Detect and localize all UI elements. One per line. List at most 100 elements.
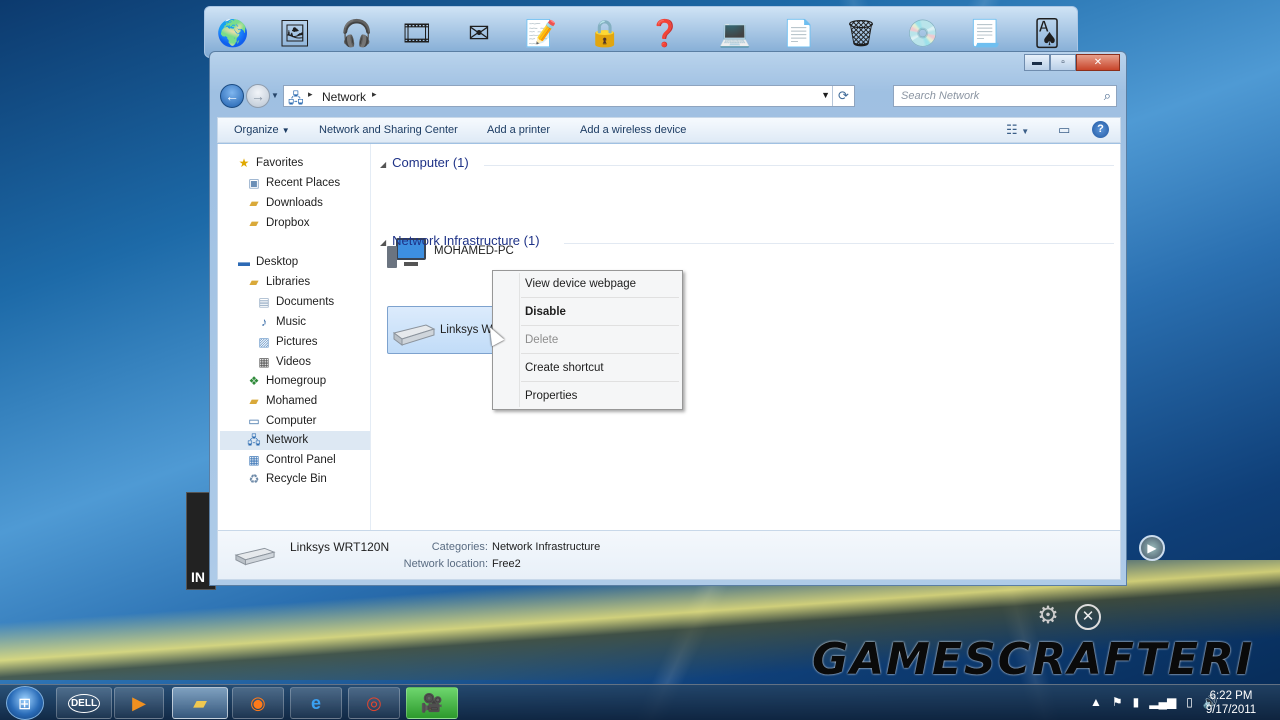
sidebar-item-downloads[interactable]: ▰ Downloads — [220, 194, 370, 213]
sidebar-item-mohamed[interactable]: ▰ Mohamed — [220, 392, 370, 411]
organize-button[interactable]: Organize ▼ — [234, 124, 290, 136]
preview-pane-icon[interactable]: ▭ — [1058, 122, 1070, 138]
add-wireless-device-button[interactable]: Add a wireless device — [580, 124, 686, 136]
headphones-icon[interactable]: 🎧 — [337, 13, 377, 53]
sidebar-item-label: Videos — [276, 356, 311, 368]
flag-icon[interactable]: ⚑ — [1112, 695, 1123, 709]
breadcrumb-chevron-icon[interactable]: ▸ — [372, 89, 377, 100]
taskbar: ⊞ DELL ▶ ▰ ◉ e ◎ 🎥 ▲ ⚑ ▮ ▂▄▆ ▯ 🔊 6:22 PM… — [0, 684, 1280, 720]
group-header-network-infrastructure[interactable]: ◢ Network Infrastructure (1) — [380, 233, 540, 253]
sidebar-item-label: Pictures — [276, 336, 318, 348]
taskbar-recorder-button[interactable]: 🎥 — [406, 687, 458, 719]
menu-item-properties[interactable]: Properties — [525, 390, 577, 402]
content-pane: ◢ Computer (1) MOHAMED-PC ◢ Network Infras… — [374, 144, 1120, 530]
sidebar-item-control-panel[interactable]: ▦ Control Panel — [220, 451, 370, 470]
recycle-bin-icon: ♻ — [248, 472, 260, 486]
network-location-value: Free2 — [492, 558, 521, 570]
refresh-icon[interactable]: ⟳ — [832, 86, 854, 106]
sidebar-item-documents[interactable]: ▤ Documents — [220, 293, 370, 312]
start-button[interactable]: ⊞ — [6, 686, 44, 720]
sidebar-item-label: Recent Places — [266, 177, 341, 189]
sidebar-item-computer[interactable]: ▭ Computer — [220, 412, 370, 431]
sidebar-item-desktop[interactable]: ▬ Desktop — [220, 253, 370, 272]
clock[interactable]: 6:22 PM 9/17/2011 — [1196, 689, 1266, 717]
minimize-button[interactable]: ▬ — [1024, 54, 1050, 71]
film-reel-icon[interactable]: 🎞 — [397, 13, 437, 53]
power-icon[interactable]: ▯ — [1186, 695, 1193, 709]
add-printer-button[interactable]: Add a printer — [487, 124, 550, 136]
sidebar-item-videos[interactable]: ▦ Videos — [220, 353, 370, 372]
folder-icon: ▰ — [249, 196, 259, 210]
sidebar-item-recent-places[interactable]: ▣ Recent Places — [220, 174, 370, 193]
group-title: Computer (1) — [392, 155, 469, 170]
breadcrumb[interactable]: Network — [322, 90, 366, 104]
details-pane: Linksys WRT120N Categories: Network Infr… — [217, 530, 1121, 580]
cards-icon[interactable]: 🂡 — [1027, 13, 1067, 53]
forward-button[interactable]: → — [246, 84, 270, 108]
sidebar-item-libraries[interactable]: ▰ Libraries — [220, 273, 370, 292]
address-dropdown-icon[interactable]: ▼ — [821, 90, 830, 100]
view-options-icon[interactable]: ☷ ▼ — [1006, 122, 1029, 138]
search-input[interactable]: Search Network ⌕ — [893, 85, 1117, 107]
group-header-computer[interactable]: ◢ Computer (1) — [380, 155, 469, 175]
sidebar-item-network[interactable]: 🖧 Network — [220, 431, 370, 450]
router-icon — [392, 324, 436, 346]
sidebar-item-label: Recycle Bin — [266, 473, 327, 485]
network-icon: 🖧 — [288, 90, 304, 106]
taskbar-media-button[interactable]: ▶ — [114, 687, 164, 719]
play-gadget-button[interactable]: ▶ — [1139, 535, 1165, 561]
globe-icon[interactable]: 🌍 — [213, 13, 253, 53]
taskbar-ie-button[interactable]: e — [290, 687, 342, 719]
sidebar-item-label: Downloads — [266, 197, 323, 209]
menu-item-delete[interactable]: Delete — [525, 334, 558, 346]
sidebar-item-recycle-bin[interactable]: ♻ Recycle Bin — [220, 470, 370, 489]
sidebar-item-music[interactable]: ♪ Music — [220, 313, 370, 332]
sidebar-item-label: Control Panel — [266, 454, 336, 466]
notepad-icon[interactable]: 📝 — [521, 13, 561, 53]
disc-icon[interactable]: 💿 — [903, 13, 943, 53]
document-icon[interactable]: 📄 — [779, 13, 819, 53]
sidebar-item-favorites[interactable]: ★ Favorites — [220, 154, 370, 173]
history-dropdown-icon[interactable]: ▼ — [271, 91, 279, 100]
network-signal-icon[interactable]: ▂▄▆ — [1149, 695, 1176, 709]
gear-icon[interactable]: ⚙ — [1035, 603, 1061, 629]
show-hidden-icons-icon[interactable]: ▲ — [1090, 695, 1102, 709]
menu-item-disable[interactable]: Disable — [525, 306, 566, 318]
window-controls: ▬ ▫ ✕ — [1024, 54, 1120, 71]
help-icon[interactable]: ❓ — [645, 13, 685, 53]
collapse-icon[interactable]: ◢ — [380, 238, 386, 247]
device-icon[interactable]: ▮ — [1133, 695, 1140, 709]
navigation-bar: ← → ▼ 🖧 ▸ Network ▸ ▼ ⟳ Search Network ⌕ — [217, 82, 1121, 110]
collapse-icon[interactable]: ◢ — [380, 160, 386, 169]
back-button[interactable]: ← — [220, 84, 244, 108]
close-gadget-icon[interactable]: ✕ — [1075, 604, 1101, 630]
photos-icon[interactable]: 🖼 — [275, 13, 315, 53]
taskbar-dell-button[interactable]: DELL — [56, 687, 112, 719]
chrome-icon: ◎ — [366, 692, 382, 713]
network-sharing-center-button[interactable]: Network and Sharing Center — [319, 124, 458, 136]
sidebar-item-dropbox[interactable]: ▰ Dropbox — [220, 214, 370, 233]
menu-item-view-device-webpage[interactable]: View device webpage — [525, 278, 636, 290]
lock-icon[interactable]: 🔒 — [585, 13, 625, 53]
taskbar-chrome-button[interactable]: ◎ — [348, 687, 400, 719]
menu-item-create-shortcut[interactable]: Create shortcut — [525, 362, 604, 374]
recycle-bin-icon[interactable]: 🗑 — [841, 13, 881, 53]
sidebar-item-homegroup[interactable]: ❖ Homegroup — [220, 372, 370, 391]
maximize-button[interactable]: ▫ — [1050, 54, 1076, 71]
navigation-pane: ★ Favorites ▣ Recent Places ▰ Downloads … — [218, 144, 371, 530]
sidebar-item-pictures[interactable]: ▨ Pictures — [220, 333, 370, 352]
desktop-icon: ▬ — [238, 255, 250, 269]
address-bar[interactable]: 🖧 ▸ Network ▸ ▼ ⟳ — [283, 85, 855, 107]
text-file-icon[interactable]: 📃 — [965, 13, 1005, 53]
help-button[interactable]: ? — [1092, 121, 1109, 138]
taskbar-firefox-button[interactable]: ◉ — [232, 687, 284, 719]
documents-icon: ▤ — [258, 295, 270, 309]
taskbar-explorer-button[interactable]: ▰ — [172, 687, 228, 719]
computer-icon[interactable]: 💻 — [715, 13, 755, 53]
breadcrumb-chevron-icon[interactable]: ▸ — [308, 89, 313, 100]
sidebar-item-label: Homegroup — [266, 375, 327, 387]
sidebar-item-label: Network — [266, 434, 309, 446]
close-button[interactable]: ✕ — [1076, 54, 1120, 71]
mail-icon[interactable]: ✉ — [459, 13, 499, 53]
search-icon[interactable]: ⌕ — [1104, 88, 1111, 104]
